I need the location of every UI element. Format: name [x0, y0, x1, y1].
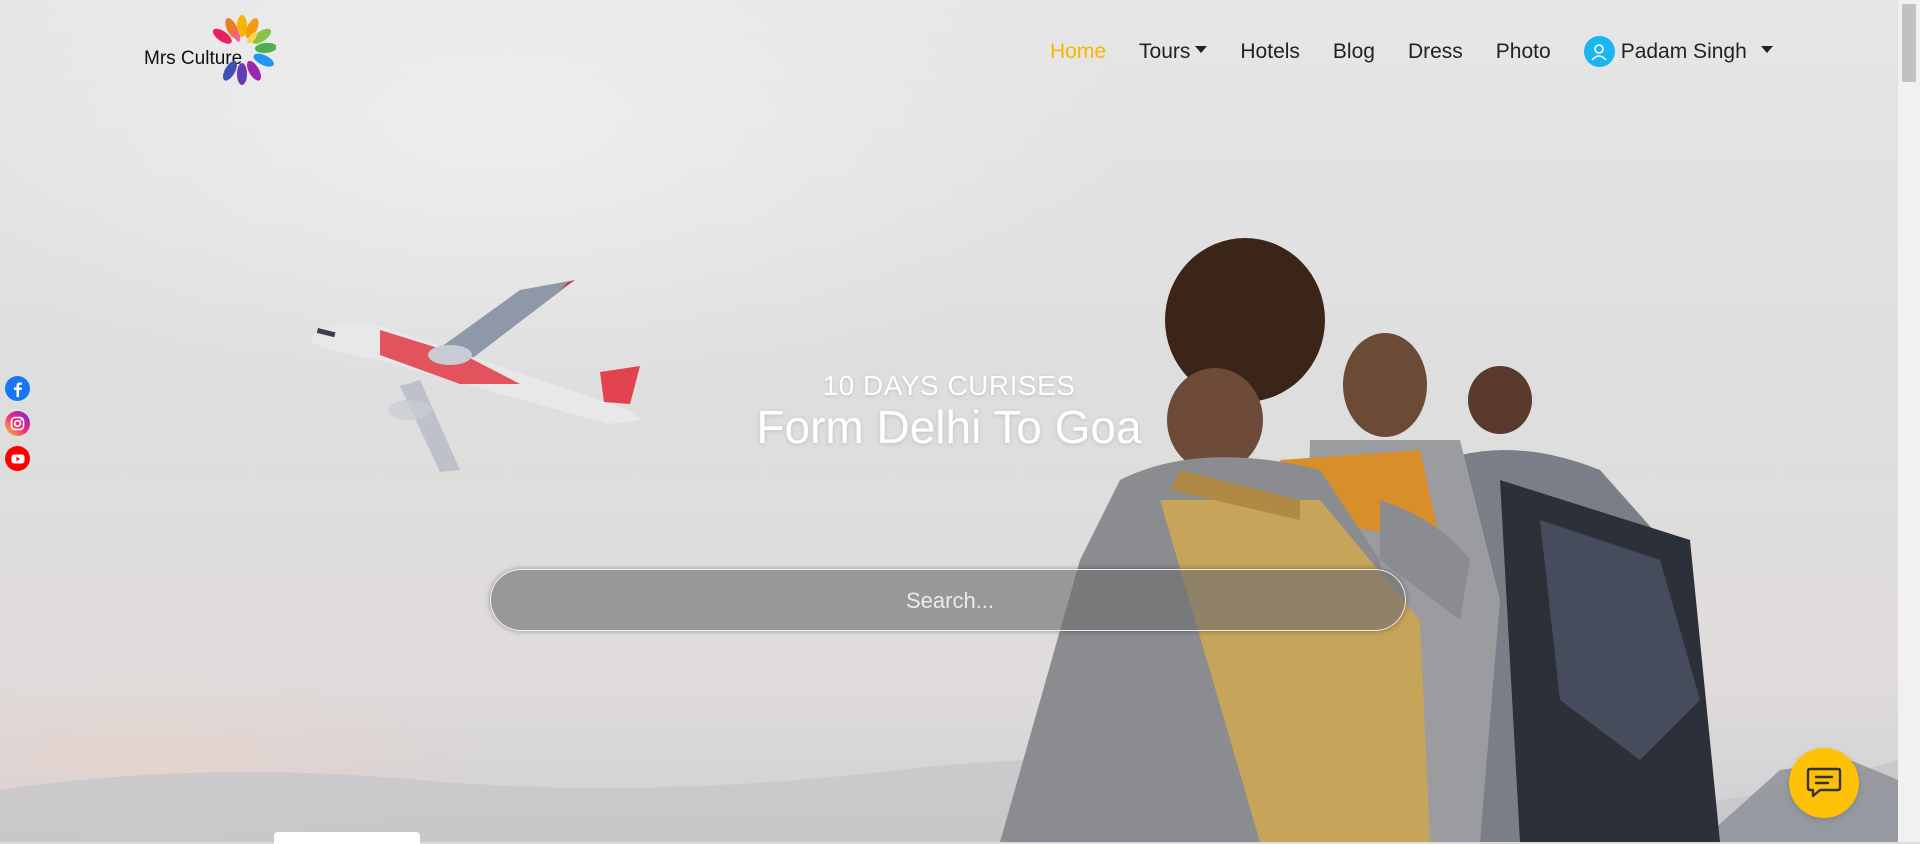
youtube-icon[interactable] — [5, 446, 30, 471]
nav-home[interactable]: Home — [1050, 40, 1106, 64]
chat-bubble-icon — [1806, 767, 1842, 798]
scrollbar-thumb[interactable] — [1902, 4, 1916, 82]
chevron-down-icon — [1760, 46, 1773, 53]
chevron-down-icon — [1195, 46, 1208, 53]
top-navbar: Mrs Culture Home Tours Hotels Blog Dress… — [0, 0, 1898, 100]
nav-blog-label: Blog — [1332, 39, 1375, 63]
nav-dress[interactable]: Dress — [1408, 40, 1463, 64]
user-name: Padam Singh — [1620, 39, 1747, 63]
user-menu[interactable]: Padam Singh — [1583, 36, 1773, 67]
nav-photo[interactable]: Photo — [1496, 40, 1551, 64]
nav-dress-label: Dress — [1407, 39, 1463, 63]
instagram-icon[interactable] — [5, 411, 30, 436]
brand-logo[interactable]: Mrs Culture — [144, 12, 284, 92]
chat-button[interactable] — [1789, 748, 1859, 818]
social-links — [5, 376, 30, 481]
page-scrollbar[interactable] — [1898, 0, 1920, 842]
hero-title: Form Delhi To Goa — [756, 401, 1142, 453]
search-input[interactable] — [491, 570, 1409, 632]
nav-photo-label: Photo — [1495, 39, 1551, 63]
nav-home-label: Home — [1050, 39, 1107, 63]
nav-tours-label: Tours — [1139, 39, 1191, 63]
lotus-petals-icon — [212, 15, 276, 85]
user-avatar-icon — [1583, 36, 1615, 67]
nav-blog[interactable]: Blog — [1333, 40, 1375, 64]
travelers-illustration — [1000, 238, 1720, 842]
nav-tours[interactable]: Tours — [1139, 39, 1208, 64]
main-nav: Home Tours Hotels Blog Dress Photo Padam… — [1050, 36, 1806, 67]
nav-hotels-label: Hotels — [1240, 39, 1300, 63]
hero-subtitle: 10 DAYS CURISES — [822, 370, 1076, 401]
content-card-preview — [274, 832, 420, 844]
facebook-icon[interactable] — [5, 376, 30, 401]
nav-hotels[interactable]: Hotels — [1240, 40, 1300, 64]
search-bar — [490, 569, 1409, 632]
